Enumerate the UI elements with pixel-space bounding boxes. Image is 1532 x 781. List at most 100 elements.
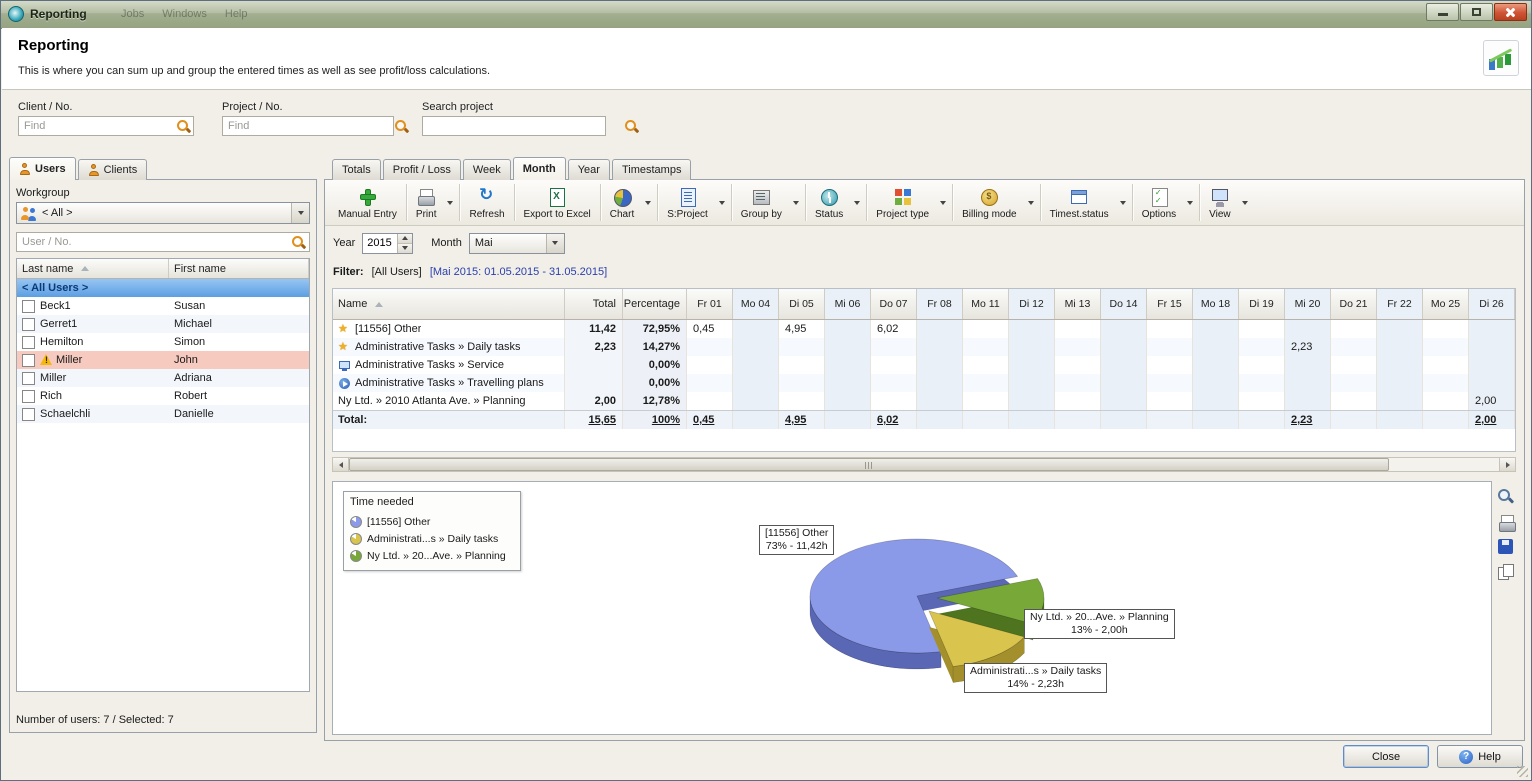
toolbar-dropdown-button[interactable] bbox=[1183, 180, 1197, 225]
search-project-icon[interactable] bbox=[624, 119, 639, 134]
scrollbar-thumb[interactable] bbox=[349, 458, 1389, 471]
column-header-day-fr-22[interactable]: Fr 22 bbox=[1377, 289, 1423, 319]
toolbar-button-manual-entry[interactable]: Manual Entry bbox=[331, 180, 404, 225]
toolbar-dropdown-button[interactable] bbox=[1238, 180, 1252, 225]
toolbar-button-chart[interactable]: Chart bbox=[603, 180, 641, 225]
close-window-button[interactable] bbox=[1494, 3, 1527, 21]
project-filter-input[interactable] bbox=[222, 116, 394, 136]
maximize-button[interactable] bbox=[1460, 3, 1493, 21]
tab-clients[interactable]: Clients bbox=[78, 159, 148, 180]
column-header-day-do-07[interactable]: Do 07 bbox=[871, 289, 917, 319]
toolbar-dropdown-button[interactable] bbox=[789, 180, 803, 225]
year-spinner[interactable] bbox=[362, 233, 413, 254]
user-checkbox[interactable] bbox=[22, 318, 35, 331]
toolbar-button-timest-status[interactable]: Timest.status bbox=[1043, 180, 1116, 225]
legend-entry-administrati-s-daily-tasks[interactable]: Administrati...s » Daily tasks bbox=[350, 530, 514, 547]
user-row-all-users[interactable]: < All Users > bbox=[17, 279, 309, 297]
user-search-icon[interactable] bbox=[291, 235, 306, 250]
toolbar-dropdown-button[interactable] bbox=[443, 180, 457, 225]
report-row[interactable]: Administrative Tasks » Service0,00% bbox=[333, 356, 1515, 374]
user-checkbox[interactable] bbox=[22, 300, 35, 313]
column-header-day-fr-08[interactable]: Fr 08 bbox=[917, 289, 963, 319]
column-header-percentage[interactable]: Percentage bbox=[623, 289, 687, 319]
tab-month[interactable]: Month bbox=[513, 157, 566, 180]
minimize-button[interactable] bbox=[1426, 3, 1459, 21]
toolbar-dropdown-button[interactable] bbox=[936, 180, 950, 225]
user-checkbox[interactable] bbox=[22, 408, 35, 421]
column-header-day-mo-18[interactable]: Mo 18 bbox=[1193, 289, 1239, 319]
workgroup-dropdown[interactable]: < All > bbox=[16, 202, 310, 224]
save-chart-icon[interactable] bbox=[1497, 538, 1515, 556]
column-header-day-fr-01[interactable]: Fr 01 bbox=[687, 289, 733, 319]
toolbar-button-s-project[interactable]: S:Project bbox=[660, 180, 715, 225]
toolbar-dropdown-button[interactable] bbox=[1116, 180, 1130, 225]
toolbar-button-group-by[interactable]: Group by bbox=[734, 180, 789, 225]
report-total-row[interactable]: Total:15,65100%0,454,956,022,232,00 bbox=[333, 410, 1515, 429]
column-header-first-name[interactable]: First name bbox=[169, 259, 309, 278]
column-header-total[interactable]: Total bbox=[565, 289, 623, 319]
report-row[interactable]: [11556] Other11,4272,95%0,454,956,02 bbox=[333, 320, 1515, 338]
month-dropdown[interactable]: Mai bbox=[469, 233, 565, 254]
client-search-icon[interactable] bbox=[176, 119, 191, 134]
project-search-icon[interactable] bbox=[394, 119, 409, 134]
user-row-hemilton-simon[interactable]: HemiltonSimon bbox=[17, 333, 309, 351]
toolbar-button-status[interactable]: Status bbox=[808, 180, 850, 225]
column-header-day-di-12[interactable]: Di 12 bbox=[1009, 289, 1055, 319]
column-header-day-mi-20[interactable]: Mi 20 bbox=[1285, 289, 1331, 319]
tab-users[interactable]: Users bbox=[9, 157, 76, 180]
spin-up-button[interactable] bbox=[398, 234, 412, 243]
column-header-day-mo-04[interactable]: Mo 04 bbox=[733, 289, 779, 319]
column-header-day-do-21[interactable]: Do 21 bbox=[1331, 289, 1377, 319]
column-header-day-di-19[interactable]: Di 19 bbox=[1239, 289, 1285, 319]
scroll-left-button[interactable] bbox=[333, 458, 349, 471]
year-input[interactable] bbox=[363, 234, 397, 253]
tab-totals[interactable]: Totals bbox=[332, 159, 381, 180]
tab-profit-loss[interactable]: Profit / Loss bbox=[383, 159, 461, 180]
print-chart-icon[interactable] bbox=[1497, 513, 1515, 531]
toolbar-button-options[interactable]: Options bbox=[1135, 180, 1183, 225]
user-checkbox[interactable] bbox=[22, 336, 35, 349]
tab-year[interactable]: Year bbox=[568, 159, 610, 180]
column-header-day-mi-06[interactable]: Mi 06 bbox=[825, 289, 871, 319]
user-checkbox[interactable] bbox=[22, 354, 35, 367]
close-button[interactable]: Close bbox=[1343, 745, 1429, 768]
user-row-miller-john[interactable]: MillerJohn bbox=[17, 351, 309, 369]
user-row-miller-adriana[interactable]: MillerAdriana bbox=[17, 369, 309, 387]
toolbar-button-export-to-excel[interactable]: Export to Excel bbox=[517, 180, 598, 225]
toolbar-button-view[interactable]: View bbox=[1202, 180, 1238, 225]
resize-grip[interactable] bbox=[1516, 765, 1528, 777]
column-header-day-mi-13[interactable]: Mi 13 bbox=[1055, 289, 1101, 319]
client-filter-input[interactable] bbox=[18, 116, 194, 136]
workgroup-dropdown-arrow[interactable] bbox=[291, 203, 309, 223]
user-row-schaelchli-danielle[interactable]: SchaelchliDanielle bbox=[17, 405, 309, 423]
report-row[interactable]: Ny Ltd. » 2010 Atlanta Ave. » Planning2,… bbox=[333, 392, 1515, 410]
spin-down-button[interactable] bbox=[398, 243, 412, 253]
column-header-day-di-05[interactable]: Di 05 bbox=[779, 289, 825, 319]
tab-timestamps[interactable]: Timestamps bbox=[612, 159, 692, 180]
titlebar[interactable]: Reporting JobsWindowsHelp bbox=[1, 1, 1531, 29]
column-header-day-do-14[interactable]: Do 14 bbox=[1101, 289, 1147, 319]
column-header-day-mo-25[interactable]: Mo 25 bbox=[1423, 289, 1469, 319]
toolbar-button-billing-mode[interactable]: Billing mode bbox=[955, 180, 1023, 225]
column-header-last-name[interactable]: Last name bbox=[17, 259, 169, 278]
user-checkbox[interactable] bbox=[22, 390, 35, 403]
user-checkbox[interactable] bbox=[22, 372, 35, 385]
user-row-rich-robert[interactable]: RichRobert bbox=[17, 387, 309, 405]
legend-entry-11556-other[interactable]: [11556] Other bbox=[350, 513, 514, 530]
help-button[interactable]: Help bbox=[1437, 745, 1523, 768]
report-row[interactable]: Administrative Tasks » Travelling plans0… bbox=[333, 374, 1515, 392]
scroll-right-button[interactable] bbox=[1499, 458, 1515, 471]
user-search-input[interactable] bbox=[16, 232, 310, 252]
toolbar-dropdown-button[interactable] bbox=[641, 180, 655, 225]
legend-entry-ny-ltd-20-ave-planning[interactable]: Ny Ltd. » 20...Ave. » Planning bbox=[350, 547, 514, 564]
toolbar-dropdown-button[interactable] bbox=[715, 180, 729, 225]
search-project-input[interactable] bbox=[422, 116, 606, 136]
toolbar-dropdown-button[interactable] bbox=[1024, 180, 1038, 225]
zoom-icon[interactable] bbox=[1497, 488, 1515, 506]
column-header-day-fr-15[interactable]: Fr 15 bbox=[1147, 289, 1193, 319]
user-row-gerret1-michael[interactable]: Gerret1Michael bbox=[17, 315, 309, 333]
column-header-name[interactable]: Name bbox=[333, 289, 565, 319]
month-dropdown-arrow[interactable] bbox=[546, 234, 564, 253]
user-row-beck1-susan[interactable]: Beck1Susan bbox=[17, 297, 309, 315]
toolbar-button-project-type[interactable]: Project type bbox=[869, 180, 936, 225]
